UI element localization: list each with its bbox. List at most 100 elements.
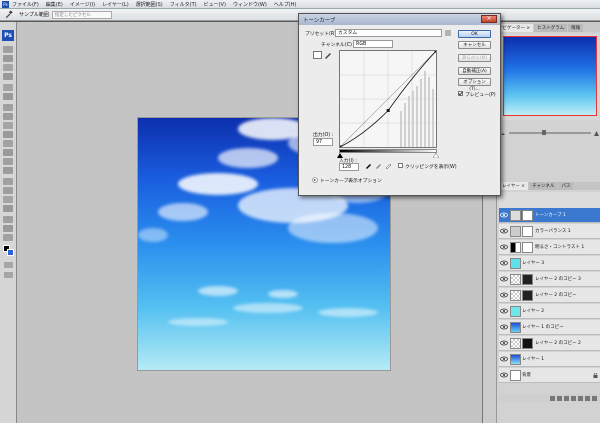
auto-button[interactable]: 自動補正(A): [458, 67, 491, 75]
layer-row[interactable]: レイヤー 2 のコピー: [499, 288, 600, 303]
curve-graph[interactable]: [338, 49, 438, 149]
link-layers-icon[interactable]: [550, 395, 555, 401]
screen-mode-icon[interactable]: [4, 272, 13, 278]
quick-select-tool-icon[interactable]: [3, 73, 13, 80]
smooth-button[interactable]: 滑らかに(M): [458, 54, 491, 62]
menu-window[interactable]: ウィンドウ(W): [233, 1, 267, 8]
hand-tool-icon[interactable]: [3, 225, 13, 232]
layer-row[interactable]: カラーバランス 1: [499, 224, 600, 239]
eye-icon[interactable]: [500, 308, 508, 314]
layer-row[interactable]: レイヤー 2 のコピー 2: [499, 336, 600, 351]
eye-icon[interactable]: [500, 372, 508, 378]
cancel-button[interactable]: キャンセル: [458, 41, 491, 49]
menu-help[interactable]: ヘルプ(H): [274, 1, 297, 8]
menu-filter[interactable]: フィルタ(T): [170, 1, 197, 8]
gradient-tool-icon[interactable]: [3, 149, 13, 156]
layer-style-icon[interactable]: [557, 395, 562, 401]
navigator-preview[interactable]: [501, 34, 599, 120]
layer-row[interactable]: 背景: [499, 368, 600, 383]
add-mask-icon[interactable]: [564, 395, 569, 401]
new-layer-icon[interactable]: [585, 395, 590, 401]
zoom-in-icon[interactable]: [594, 130, 599, 136]
gray-eyedropper-icon[interactable]: [375, 162, 382, 169]
output-field[interactable]: 97: [313, 138, 333, 146]
curve-plot[interactable]: [338, 49, 438, 149]
eyedropper-icon[interactable]: [4, 10, 13, 19]
eye-icon[interactable]: [500, 212, 508, 218]
layer-row[interactable]: レイヤー 1 のコピー: [499, 320, 600, 335]
history-brush-tool-icon[interactable]: [3, 131, 13, 138]
close-icon[interactable]: ×: [481, 15, 497, 23]
eyedropper-tool-icon[interactable]: [3, 93, 13, 100]
lasso-tool-icon[interactable]: [3, 64, 13, 71]
zoom-out-icon[interactable]: [501, 131, 506, 136]
options-button[interactable]: オプション(T)...: [458, 78, 491, 92]
display-options-label[interactable]: トーンカーブ表示オプション: [320, 177, 382, 184]
marquee-tool-icon[interactable]: [3, 55, 13, 62]
menu-layer[interactable]: レイヤー(L): [102, 1, 129, 8]
menu-select[interactable]: 選択範囲(S): [136, 1, 163, 8]
eye-icon[interactable]: [500, 244, 508, 250]
trash-icon[interactable]: [592, 395, 597, 401]
input-field[interactable]: 128: [339, 163, 359, 171]
tab-paths[interactable]: パス: [558, 182, 574, 190]
channel-select[interactable]: RGB: [353, 40, 393, 48]
pen-tool-icon[interactable]: [3, 178, 13, 185]
curve-control-point[interactable]: [338, 145, 342, 149]
eye-icon[interactable]: [500, 292, 508, 298]
menu-image[interactable]: イメージ(I): [70, 1, 95, 8]
menu-file[interactable]: ファイル(F): [12, 1, 39, 8]
zoom-track[interactable]: [509, 130, 591, 135]
white-point-slider-icon[interactable]: [433, 153, 439, 158]
eye-icon[interactable]: [500, 228, 508, 234]
new-group-icon[interactable]: [578, 395, 583, 401]
preview-checkbox[interactable]: [458, 91, 463, 96]
tab-channels[interactable]: チャンネル: [529, 182, 558, 190]
curve-control-point[interactable]: [386, 108, 390, 112]
layer-row[interactable]: トーンカーブ 1: [499, 208, 600, 223]
move-tool-icon[interactable]: [3, 46, 13, 53]
menu-view[interactable]: ビュー(V): [204, 1, 226, 8]
curve-point-mode-icon[interactable]: [313, 51, 322, 59]
blur-tool-icon[interactable]: [3, 158, 13, 165]
expand-options-icon[interactable]: [312, 177, 318, 183]
type-tool-icon[interactable]: [3, 187, 13, 194]
eye-icon[interactable]: [500, 276, 508, 282]
healing-brush-tool-icon[interactable]: [3, 104, 13, 111]
background-color-swatch[interactable]: [7, 249, 14, 256]
white-eyedropper-icon[interactable]: [385, 162, 392, 169]
path-select-tool-icon[interactable]: [3, 196, 13, 203]
tab-info[interactable]: 情報: [568, 24, 584, 32]
shape-tool-icon[interactable]: [3, 205, 13, 212]
eye-icon[interactable]: [500, 356, 508, 362]
tab-layers[interactable]: レイヤー ×: [499, 182, 529, 190]
layer-row[interactable]: レイヤー 2: [499, 304, 600, 319]
brush-tool-icon[interactable]: [3, 113, 13, 120]
adjustment-layer-icon[interactable]: [571, 395, 576, 401]
pencil-icon[interactable]: [324, 51, 332, 59]
crop-tool-icon[interactable]: [3, 84, 13, 91]
eye-icon[interactable]: [500, 324, 508, 330]
quick-mask-icon[interactable]: [4, 262, 13, 268]
zoom-tool-icon[interactable]: [3, 234, 13, 241]
3d-rotate-tool-icon[interactable]: [3, 216, 13, 223]
layer-row[interactable]: 明るさ・コントラスト 1: [499, 240, 600, 255]
preset-options-icon[interactable]: [445, 30, 451, 36]
layer-row[interactable]: レイヤー 3: [499, 256, 600, 271]
ok-button[interactable]: OK: [458, 30, 491, 38]
stamp-tool-icon[interactable]: [3, 122, 13, 129]
dialog-title-bar[interactable]: トーンカーブ: [299, 14, 500, 25]
eraser-tool-icon[interactable]: [3, 140, 13, 147]
curve-control-point[interactable]: [434, 49, 438, 53]
layer-row[interactable]: レイヤー 2 のコピー 3: [499, 272, 600, 287]
eye-icon[interactable]: [500, 260, 508, 266]
zoom-knob[interactable]: [541, 130, 546, 135]
sample-size-select[interactable]: 指定したピクセル: [51, 10, 112, 19]
black-eyedropper-icon[interactable]: [365, 162, 372, 169]
layer-row[interactable]: レイヤー 1: [499, 352, 600, 367]
clipping-checkbox[interactable]: [398, 163, 403, 168]
dodge-tool-icon[interactable]: [3, 167, 13, 174]
tab-histogram[interactable]: ヒストグラム: [534, 24, 568, 32]
preset-select[interactable]: カスタム: [335, 29, 442, 37]
eye-icon[interactable]: [500, 340, 508, 346]
